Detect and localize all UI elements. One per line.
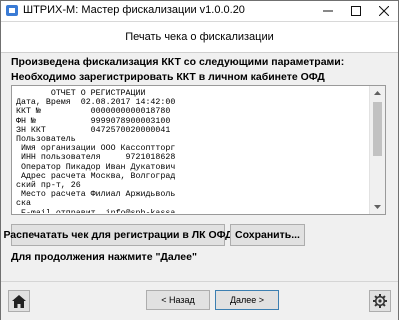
maximize-icon (351, 6, 361, 16)
report-line: Адрес расчета Москва, Волгоград (16, 171, 176, 181)
report-line: Дата, Время 02.08.2017 14:42:00 (16, 98, 176, 108)
registration-message: Необходимо зарегистрировать ККТ в личном… (11, 71, 325, 83)
arrow-up-icon (374, 91, 381, 95)
title-bar: ШТРИХ-М: Мастер фискализации v1.0.0.20 (1, 1, 398, 22)
messages: Произведена фискализация ККТ со следующи… (11, 51, 388, 85)
fiscalization-message: Произведена фискализация ККТ со следующи… (11, 56, 345, 68)
continue-hint: Для продолжения нажмите "Далее" (11, 251, 197, 263)
close-button[interactable] (370, 1, 398, 21)
report-line: Имя организации ООО Кассоптторг (16, 144, 176, 154)
report-line: ска (16, 199, 31, 209)
registration-report-box[interactable]: ОТЧЕТ О РЕГИСТРАЦИИ Дата, Время 02.08.201… (11, 85, 386, 215)
print-registration-receipt-button[interactable]: Распечатать чек для регистрации в ЛК ОФД (3, 224, 233, 246)
page-header: Печать чека о фискализации (1, 22, 398, 53)
scroll-down-button[interactable] (370, 200, 385, 214)
gear-icon (373, 294, 387, 308)
maximize-button[interactable] (342, 1, 370, 21)
back-button[interactable]: < Назад (146, 290, 210, 310)
scroll-up-button[interactable] (370, 86, 385, 100)
report-line: Оператор Пикадор Иван Дукатович (16, 162, 176, 172)
next-button[interactable]: Далее > (215, 290, 279, 310)
close-icon (379, 6, 389, 16)
report-line: ский пр-т, 26 (16, 181, 81, 191)
settings-button[interactable] (369, 290, 391, 312)
report-line: ФН № 9999078900003100 (16, 116, 171, 126)
report-line: ККТ № 0000000000018780 (16, 107, 171, 117)
report-line: E-mail отправит. info@spb-kassa (16, 209, 368, 213)
report-line: ОТЧЕТ О РЕГИСТРАЦИИ (16, 89, 146, 98)
wizard-window: ШТРИХ-М: Мастер фискализации v1.0.0.20 П… (0, 0, 399, 320)
report-line: Место расчета Филиал Аржидьволь (16, 190, 176, 200)
window-title: ШТРИХ-М: Мастер фискализации v1.0.0.20 (23, 4, 245, 16)
report-scrollbar[interactable] (369, 86, 385, 214)
arrow-down-icon (374, 205, 381, 209)
report-line: ЗН ККТ 0472570020000041 (16, 125, 171, 135)
report-line: ИНН пользователя 9721018628 (16, 153, 176, 163)
minimize-button[interactable] (314, 1, 342, 21)
page-title: Печать чека о фискализации (125, 31, 274, 43)
save-button[interactable]: Сохранить... (230, 224, 305, 246)
home-icon (12, 294, 26, 308)
minimize-icon (323, 10, 333, 12)
app-icon (6, 5, 18, 16)
home-button[interactable] (8, 290, 30, 312)
registration-report-text: ОТЧЕТ О РЕГИСТРАЦИИ Дата, Время 02.08.201… (16, 89, 368, 213)
scroll-thumb[interactable] (373, 102, 382, 156)
footer-bar: < Назад Далее > (1, 281, 398, 320)
report-line: Пользователь (16, 135, 76, 145)
